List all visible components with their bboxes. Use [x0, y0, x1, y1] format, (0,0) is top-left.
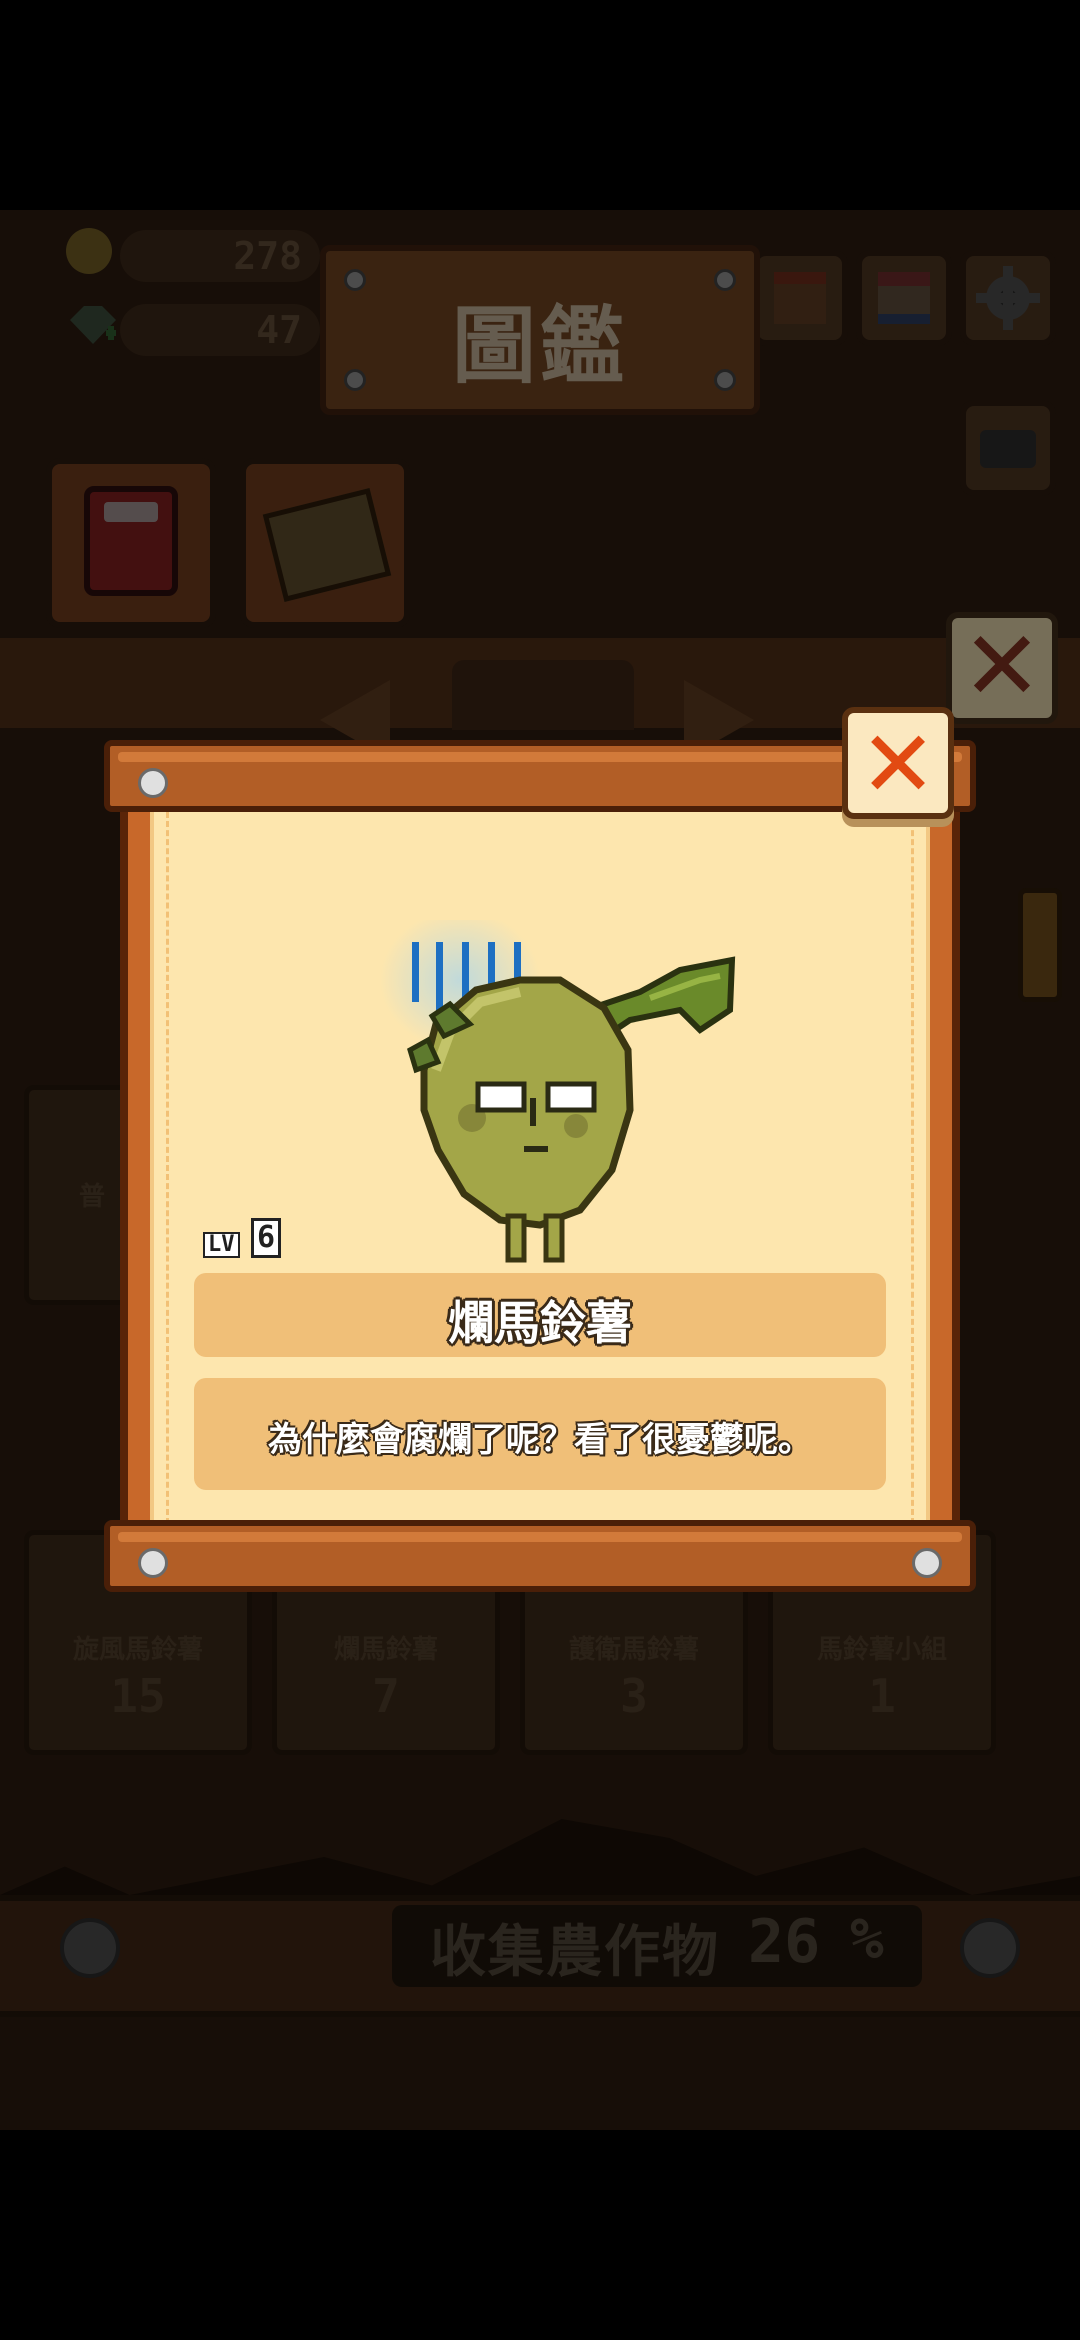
- rotten-potato-icon: [380, 910, 760, 1280]
- gem-counter: 47: [120, 304, 320, 356]
- collection-progress-value: 26: [748, 1907, 821, 1977]
- scrollbar-handle[interactable]: [1018, 888, 1062, 1002]
- title-board: 圖鑑: [320, 245, 760, 415]
- carousel-center-item[interactable]: [452, 660, 634, 730]
- gem-icon: [66, 302, 120, 348]
- right-bolt-icon: [960, 1918, 1020, 1978]
- gear-icon: [976, 266, 1040, 330]
- tab-encyclopedia[interactable]: [46, 458, 216, 628]
- coin-icon: [66, 228, 112, 274]
- album-icon: [878, 272, 930, 324]
- photos-icon: [262, 488, 392, 602]
- collection-progress-label: 收集農作物: [430, 1920, 720, 1985]
- left-bolt-icon: [60, 1918, 120, 1978]
- level-value: 6: [251, 1218, 281, 1258]
- card-count: 3: [620, 1669, 648, 1723]
- camera-icon: [980, 430, 1036, 468]
- card-name: 護衛馬鈴薯: [568, 1635, 699, 1665]
- book-icon: [84, 486, 178, 596]
- card-count: 1: [868, 1669, 896, 1723]
- collection-progress-unit: %: [850, 1907, 884, 1972]
- background-close-button: ✕: [946, 612, 1058, 724]
- popup-bottom-rod: [104, 1520, 976, 1592]
- close-icon: ✕: [961, 610, 1043, 722]
- card-name: 旋風馬鈴薯: [72, 1635, 203, 1665]
- coin-counter: 278: [120, 230, 320, 282]
- item-name-bar: 爛馬鈴薯: [194, 1273, 886, 1357]
- level-label: LV: [203, 1232, 240, 1258]
- card-name: 爛馬鈴薯: [333, 1635, 438, 1665]
- close-icon: ✕: [859, 711, 937, 818]
- card-count: 7: [372, 1669, 400, 1723]
- tab-photos[interactable]: [240, 458, 410, 628]
- calendar-button[interactable]: [752, 250, 848, 346]
- item-description-box: 為什麼會腐爛了呢？看了很憂鬱呢。: [194, 1378, 886, 1490]
- settings-button[interactable]: [960, 250, 1056, 346]
- close-button[interactable]: ✕: [842, 707, 954, 819]
- item-description: 為什麼會腐爛了呢？看了很憂鬱呢。: [268, 1420, 812, 1460]
- partial-card: 普: [24, 1085, 132, 1305]
- item-name: 爛馬鈴薯: [448, 1296, 632, 1350]
- page-title: 圖鑑: [451, 296, 628, 395]
- card-count: 15: [110, 1669, 166, 1723]
- album-button[interactable]: [856, 250, 952, 346]
- calendar-icon: [774, 272, 826, 324]
- card-name: 馬鈴薯小組: [816, 1635, 947, 1665]
- camera-button[interactable]: [960, 400, 1056, 496]
